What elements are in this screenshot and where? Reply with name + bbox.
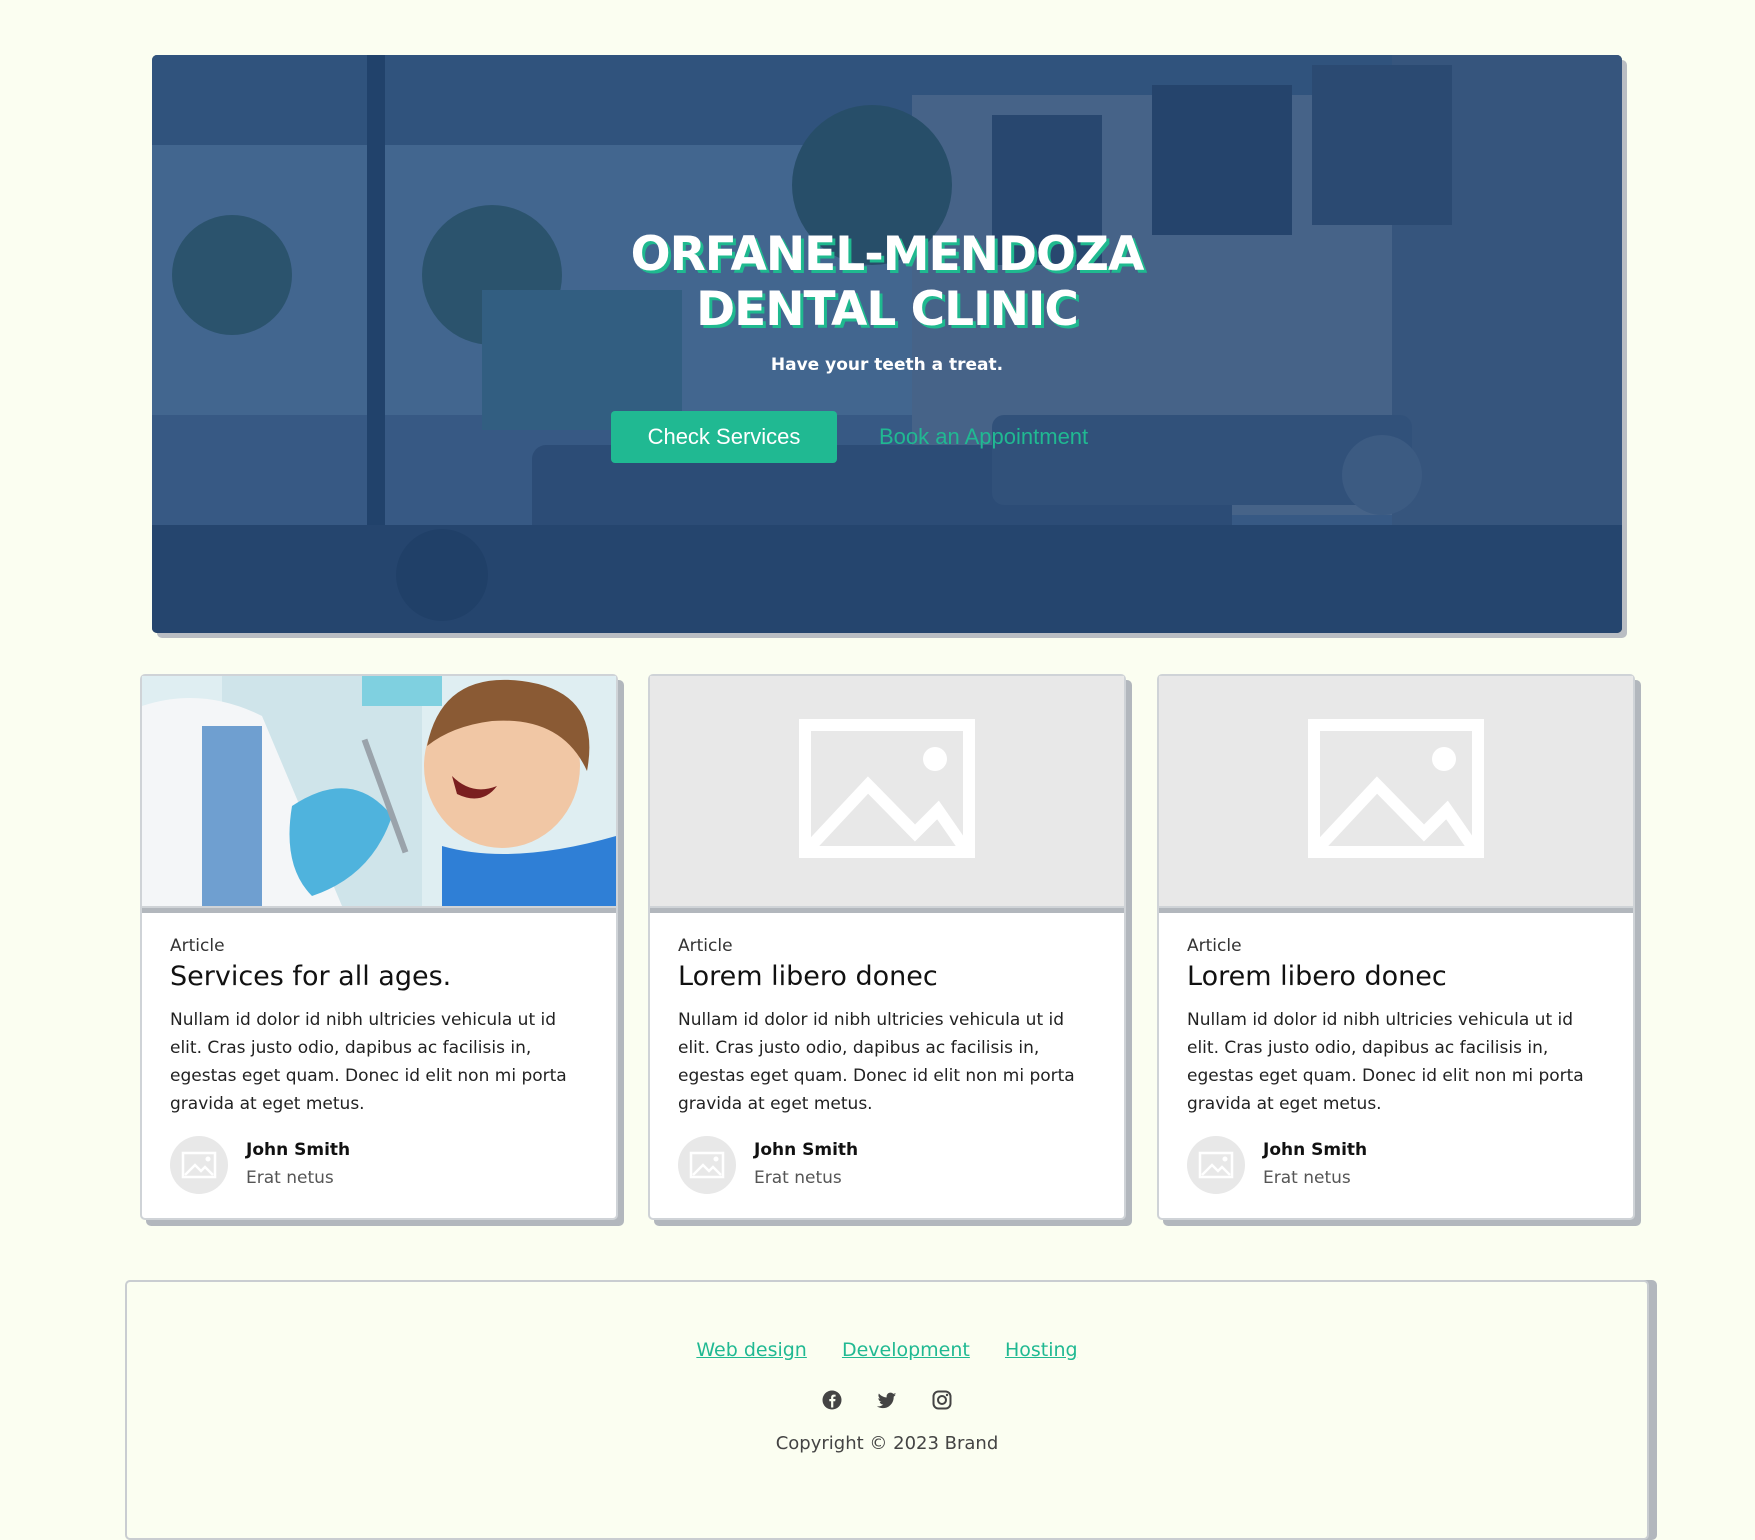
hero-title-line-1: ORFANEL-MENDOZA: [630, 227, 1145, 282]
footer-link-development[interactable]: Development: [842, 1339, 970, 1361]
card-description: Nullam id dolor id nibh ultricies vehicu…: [1187, 1010, 1584, 1114]
card-title[interactable]: Lorem libero donec: [1187, 960, 1609, 994]
image-placeholder-icon: [799, 719, 975, 858]
author-role: Erat netus: [246, 1168, 334, 1188]
facebook-icon[interactable]: [821, 1389, 843, 1411]
instagram-icon[interactable]: [931, 1389, 953, 1411]
card-body: Article Lorem libero donec Nullam id dol…: [1187, 936, 1609, 1118]
hero-title: ORFANEL-MENDOZA DENTAL CLINIC: [152, 227, 1622, 337]
hero-banner: ORFANEL-MENDOZA DENTAL CLINIC Have your …: [152, 55, 1622, 633]
author-name: John Smith: [1263, 1140, 1368, 1160]
avatar-placeholder-icon: [689, 1151, 725, 1179]
book-appointment-button[interactable]: Book an Appointment: [879, 411, 1088, 463]
card-body: Article Services for all ages. Nullam id…: [170, 936, 592, 1118]
card-description: Nullam id dolor id nibh ultricies vehicu…: [678, 1010, 1075, 1114]
twitter-icon[interactable]: [876, 1389, 898, 1411]
check-services-button[interactable]: Check Services: [611, 411, 837, 463]
card-title[interactable]: Services for all ages.: [170, 960, 592, 994]
hero-subtitle: Have your teeth a treat.: [770, 355, 1004, 375]
avatar: [678, 1136, 736, 1194]
hero-color-overlay: [152, 55, 1622, 633]
copyright-text: Copyright © 2023 Brand: [775, 1433, 999, 1454]
article-card-1[interactable]: Article Services for all ages. Nullam id…: [140, 674, 618, 1220]
author-role: Erat netus: [754, 1168, 842, 1188]
dentist-child-photo: [142, 676, 616, 906]
card-title[interactable]: Lorem libero donec: [678, 960, 1100, 994]
avatar: [1187, 1136, 1245, 1194]
author-role: Erat netus: [1263, 1168, 1351, 1188]
card-image: [650, 676, 1124, 908]
avatar-placeholder-icon: [1198, 1151, 1234, 1179]
card-category: Article: [170, 936, 225, 956]
article-card-2[interactable]: Article Lorem libero donec Nullam id dol…: [648, 674, 1126, 1220]
footer: Web design Development Hosting Copyright…: [125, 1280, 1649, 1540]
author-name: John Smith: [754, 1140, 859, 1160]
card-category: Article: [678, 936, 733, 956]
footer-link-hosting[interactable]: Hosting: [1005, 1339, 1078, 1361]
footer-link-web-design[interactable]: Web design: [696, 1339, 807, 1361]
hero-title-line-2: DENTAL CLINIC: [696, 282, 1079, 337]
image-placeholder-icon: [1308, 719, 1484, 858]
footer-links: Web design Development Hosting: [127, 1339, 1647, 1361]
author-name: John Smith: [246, 1140, 351, 1160]
card-description: Nullam id dolor id nibh ultricies vehicu…: [170, 1010, 567, 1114]
avatar: [170, 1136, 228, 1194]
card-body: Article Lorem libero donec Nullam id dol…: [678, 936, 1100, 1118]
card-category: Article: [1187, 936, 1242, 956]
article-card-3[interactable]: Article Lorem libero donec Nullam id dol…: [1157, 674, 1635, 1220]
avatar-placeholder-icon: [181, 1151, 217, 1179]
card-image: [1159, 676, 1633, 908]
card-image: [142, 676, 616, 908]
social-links: [127, 1389, 1647, 1415]
